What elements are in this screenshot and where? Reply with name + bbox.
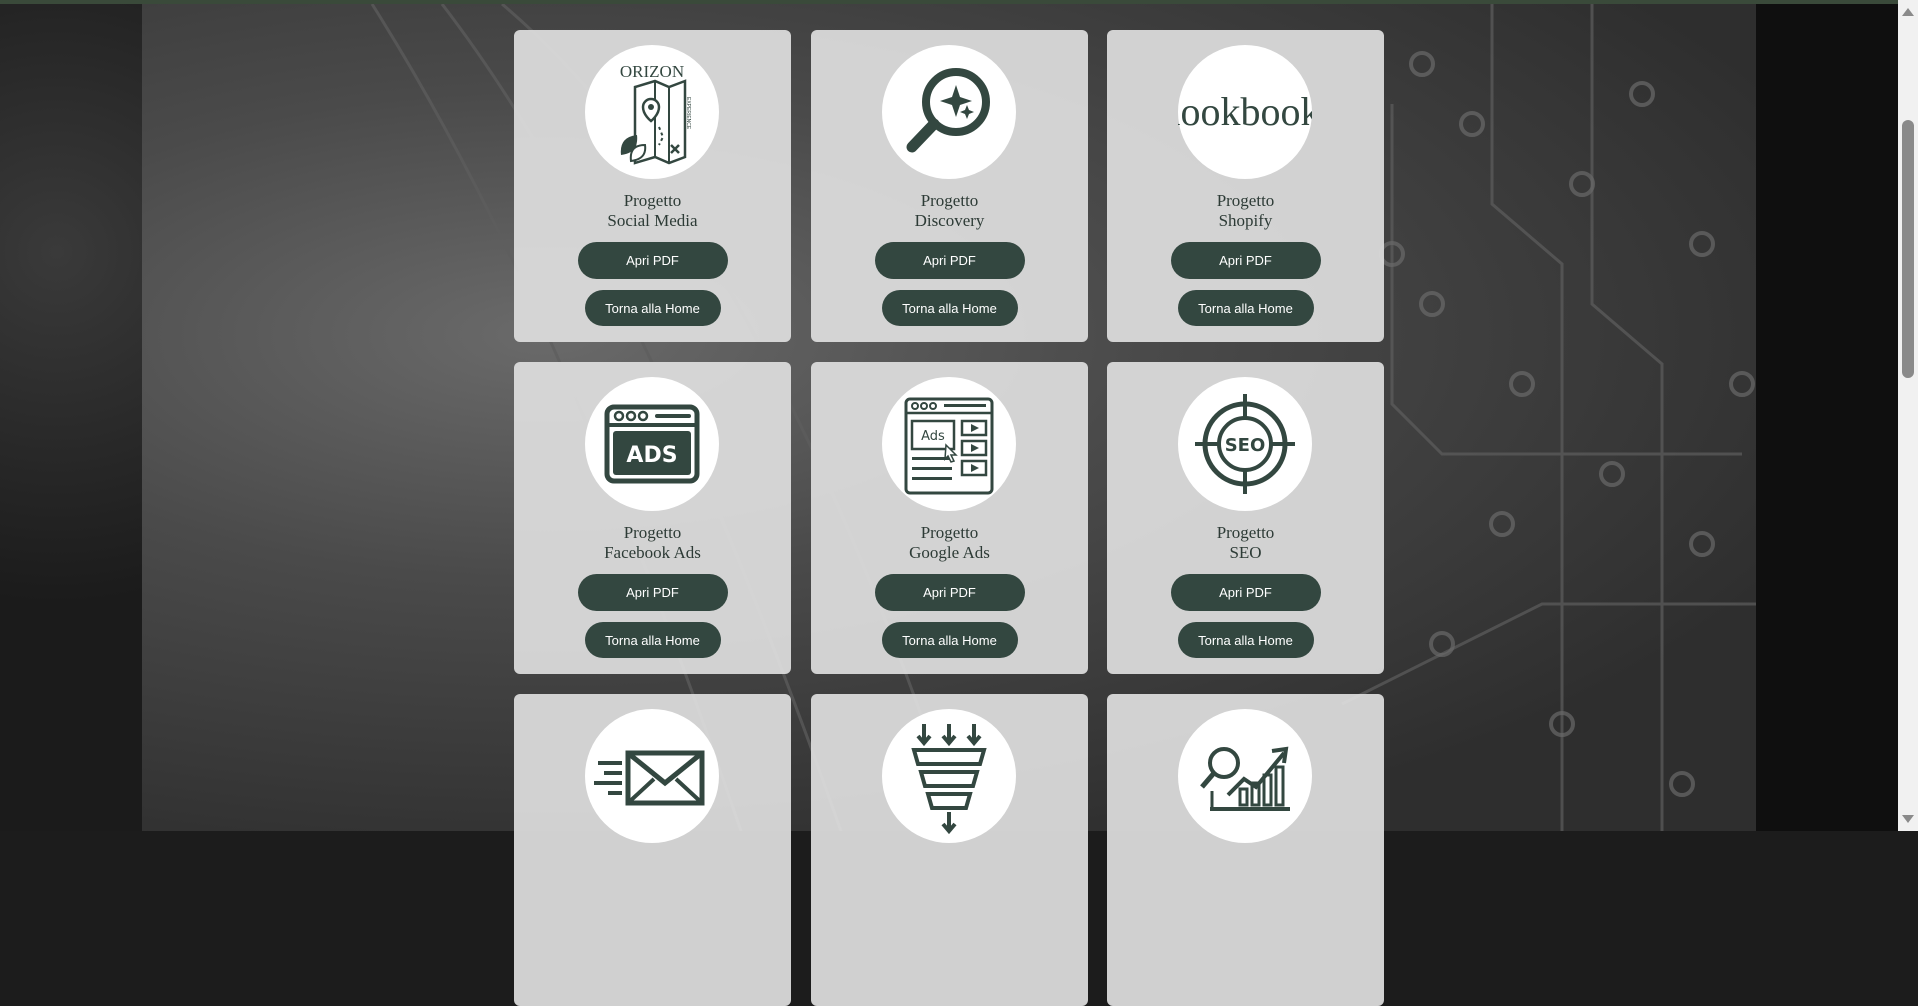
- project-title-line1: Progetto: [623, 191, 682, 210]
- background-left-panel: [0, 4, 142, 831]
- back-home-button[interactable]: Torna alla Home: [584, 622, 721, 658]
- svg-text:ADS: ADS: [626, 443, 677, 468]
- project-card-social-media: ORIZON EXPERIENCE Progetto Social Media …: [514, 30, 791, 342]
- email-envelope-icon: [585, 709, 719, 843]
- open-pdf-button[interactable]: Apri PDF: [874, 242, 1025, 279]
- open-pdf-button[interactable]: Apri PDF: [577, 242, 728, 279]
- ads-window-icon: ADS: [585, 377, 719, 511]
- scroll-up-arrow-icon[interactable]: [1902, 8, 1914, 16]
- project-card-email: [514, 694, 791, 1006]
- project-title-line2: Shopify: [1218, 211, 1273, 230]
- project-title-line1: Progetto: [920, 191, 979, 210]
- project-title-line2: Social Media: [607, 211, 698, 230]
- svg-text:Ads: Ads: [921, 429, 945, 444]
- project-title: Progetto Discovery: [811, 191, 1088, 231]
- open-pdf-button[interactable]: Apri PDF: [874, 574, 1025, 611]
- project-title-line2: SEO: [1229, 543, 1262, 562]
- back-home-button[interactable]: Torna alla Home: [1177, 290, 1314, 326]
- project-title-line2: Discovery: [914, 211, 985, 230]
- project-card-facebook-ads: ADS Progetto Facebook Ads Apri PDF Torna…: [514, 362, 791, 674]
- project-card-funnel: [811, 694, 1088, 1006]
- analytics-chart-icon: [1178, 709, 1312, 843]
- orizon-logo-icon: ORIZON EXPERIENCE: [585, 45, 719, 179]
- open-pdf-button[interactable]: Apri PDF: [1170, 574, 1321, 611]
- project-title-line1: Progetto: [1216, 523, 1275, 542]
- project-card-google-ads: Ads Progetto Google Ads Apri PDF Torna a…: [811, 362, 1088, 674]
- project-title: Progetto Google Ads: [811, 523, 1088, 563]
- project-title-line1: Progetto: [1216, 191, 1275, 210]
- project-card-seo: SEO Progetto SEO Apri PDF Torna alla Hom…: [1107, 362, 1384, 674]
- open-pdf-button[interactable]: Apri PDF: [1170, 242, 1321, 279]
- scrollbar-thumb[interactable]: [1902, 120, 1914, 378]
- back-home-button[interactable]: Torna alla Home: [1177, 622, 1314, 658]
- back-home-button[interactable]: Torna alla Home: [881, 290, 1018, 326]
- back-home-button[interactable]: Torna alla Home: [584, 290, 721, 326]
- background-right-panel: [1756, 4, 1898, 831]
- back-home-button[interactable]: Torna alla Home: [881, 622, 1018, 658]
- magnifier-sparkle-icon: [882, 45, 1016, 179]
- page-scrollbar[interactable]: [1898, 0, 1918, 831]
- svg-text:SEO: SEO: [1225, 435, 1266, 456]
- scroll-down-arrow-icon[interactable]: [1902, 815, 1914, 823]
- svg-text:lookbook: lookbook: [1178, 89, 1312, 134]
- project-title-line2: Google Ads: [909, 543, 990, 562]
- project-title-line2: Facebook Ads: [604, 543, 701, 562]
- project-card-analytics: [1107, 694, 1384, 1006]
- project-title: Progetto Shopify: [1107, 191, 1384, 231]
- google-ads-browser-icon: Ads: [882, 377, 1016, 511]
- project-card-discovery: Progetto Discovery Apri PDF Torna alla H…: [811, 30, 1088, 342]
- project-title: Progetto Social Media: [514, 191, 791, 231]
- open-pdf-button[interactable]: Apri PDF: [577, 574, 728, 611]
- funnel-icon: [882, 709, 1016, 843]
- project-title: Progetto Facebook Ads: [514, 523, 791, 563]
- project-title-line1: Progetto: [623, 523, 682, 542]
- seo-target-icon: SEO: [1178, 377, 1312, 511]
- project-card-shopify: lookbook Progetto Shopify Apri PDF Torna…: [1107, 30, 1384, 342]
- svg-text:ORIZON: ORIZON: [620, 62, 684, 81]
- lookbook-logo-icon: lookbook: [1178, 45, 1312, 179]
- project-title: Progetto SEO: [1107, 523, 1384, 563]
- project-title-line1: Progetto: [920, 523, 979, 542]
